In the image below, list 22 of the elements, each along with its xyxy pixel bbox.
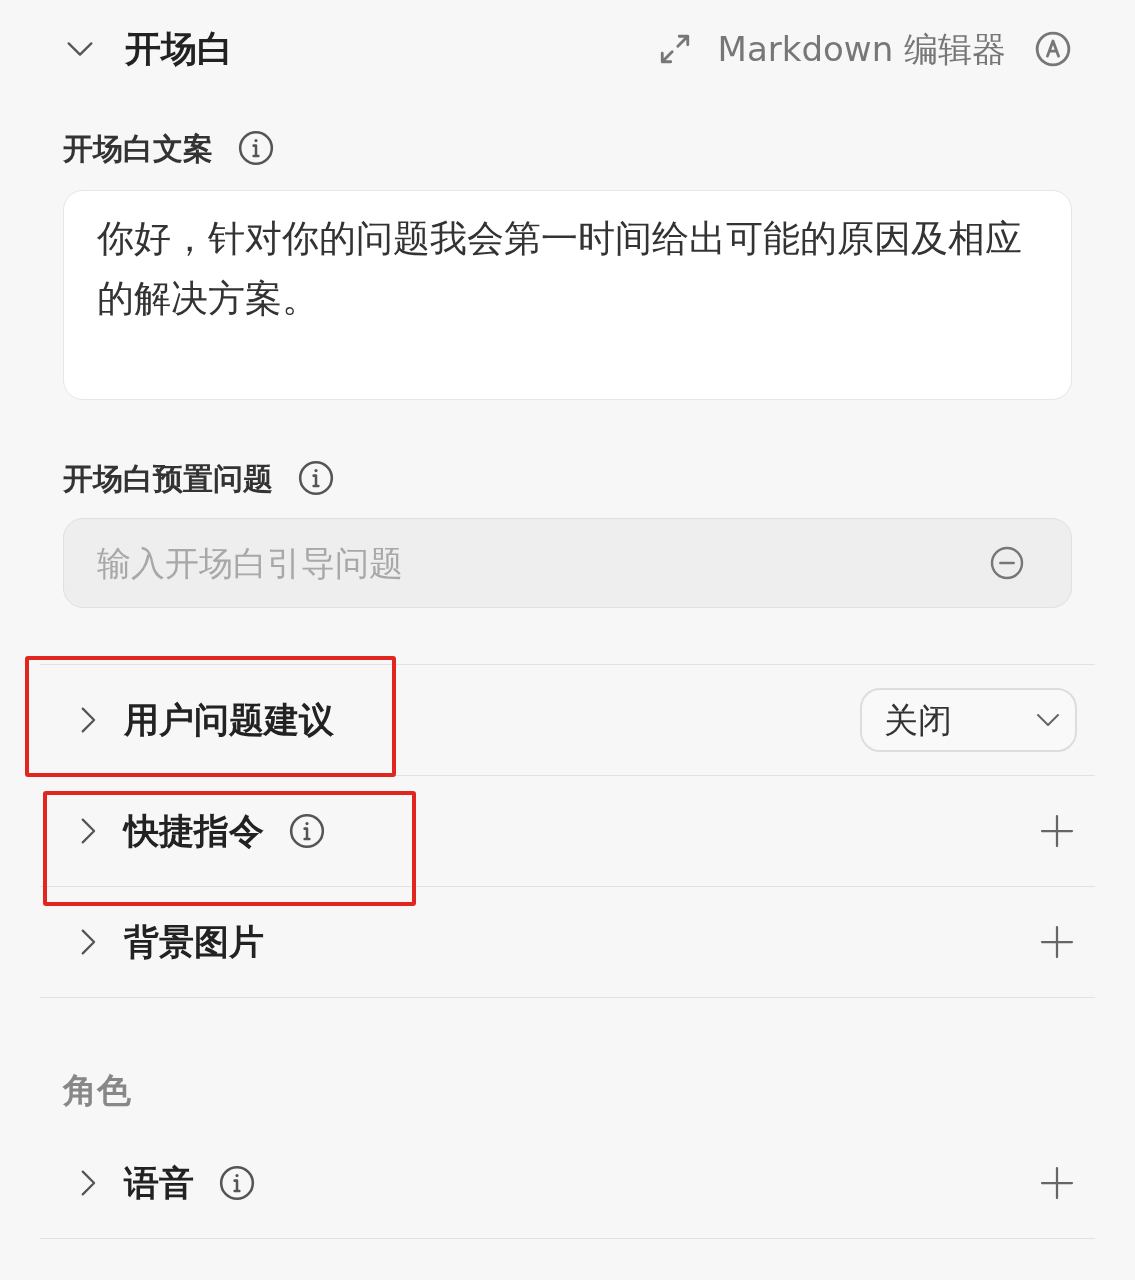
editor-mode-label[interactable]: Markdown 编辑器 [717,23,1006,75]
section-title: 快捷指令 [124,809,264,853]
section-title: 用户问题建议 [124,698,334,742]
question-input-field[interactable]: 输入开场白引导问题 [97,537,989,589]
opening-text-field[interactable]: 你好，针对你的问题我会第一时间给出可能的原因及相应的解决方案。 [63,190,1072,400]
field-label: 开场白预置问题 [63,459,273,498]
plus-icon[interactable] [1039,813,1075,849]
remove-circle-icon[interactable] [989,545,1025,581]
circled-letter-icon[interactable] [1034,30,1072,68]
question-field[interactable]: 输入开场白引导问题 [63,518,1072,608]
plus-icon[interactable] [1039,1165,1075,1201]
group-label: 角色 [63,1068,131,1112]
field-label: 开场白文案 [63,129,213,168]
info-icon[interactable] [297,459,335,497]
section-title: 开场白 [125,27,233,71]
info-icon[interactable] [218,1164,256,1202]
status-select[interactable]: 关闭 [860,688,1077,752]
section-title: 背景图片 [124,920,264,964]
section-title: 语音 [124,1161,194,1205]
info-icon[interactable] [288,812,326,850]
plus-icon[interactable] [1039,924,1075,960]
info-icon[interactable] [237,129,275,167]
